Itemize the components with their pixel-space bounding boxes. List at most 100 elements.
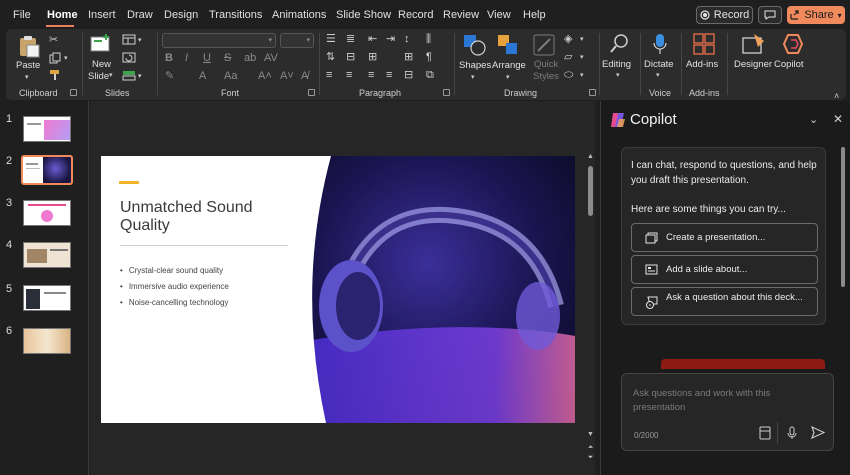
slide-thumbnail-1[interactable] xyxy=(23,116,71,142)
cut-icon[interactable]: ✂ xyxy=(49,34,58,46)
decrease-font-icon[interactable]: A˅ xyxy=(280,70,294,82)
editing-button[interactable]: Editing ▾ xyxy=(602,32,636,84)
highlight-icon[interactable]: ✎ xyxy=(165,70,174,82)
menu-animations[interactable]: Animations xyxy=(272,9,326,21)
change-case-icon[interactable]: Aa xyxy=(224,70,237,82)
designer-button[interactable]: Designer xyxy=(733,32,773,84)
canvas-vertical-scrollbar[interactable]: ▲ ▼ ⏶ ⏷ xyxy=(586,101,595,475)
copy-chevron-icon[interactable]: ▾ xyxy=(64,53,68,65)
clear-format-icon[interactable]: A̸ xyxy=(301,70,308,82)
shape-outline-chevron-icon[interactable]: ▾ xyxy=(580,52,584,64)
copilot-ribbon-button[interactable]: Copilot xyxy=(773,32,813,84)
quick-styles-button[interactable]: Quick Styles xyxy=(529,32,559,84)
shape-fill-chevron-icon[interactable]: ▾ xyxy=(580,34,584,46)
send-icon[interactable] xyxy=(811,426,825,439)
reset-icon[interactable] xyxy=(122,52,136,63)
copy-icon[interactable] xyxy=(49,52,61,64)
copilot-chat-input[interactable] xyxy=(633,387,803,417)
menu-view[interactable]: View xyxy=(487,9,511,21)
menu-record[interactable]: Record xyxy=(398,9,433,21)
copilot-options-chevron-icon[interactable]: ⌄ xyxy=(809,113,818,126)
drawing-launcher-icon[interactable] xyxy=(589,89,596,96)
increase-font-icon[interactable]: A˄ xyxy=(258,70,272,82)
strikethrough-icon[interactable]: S xyxy=(224,52,231,64)
text-shadow-icon[interactable]: ab xyxy=(244,52,256,64)
shape-fill-icon[interactable]: ◈ xyxy=(564,33,572,45)
copilot-scrollbar[interactable] xyxy=(841,147,845,287)
menu-slide-show[interactable]: Slide Show xyxy=(336,9,391,21)
slide-thumbnail-5[interactable] xyxy=(23,285,71,311)
slide-thumbnail-4[interactable] xyxy=(23,242,71,268)
arrange-button[interactable]: Arrange ▾ xyxy=(491,32,527,84)
prompt-guide-icon[interactable] xyxy=(759,426,771,440)
character-spacing-icon[interactable]: AV xyxy=(264,52,278,64)
new-slide-button[interactable]: New Slide ▾ xyxy=(86,32,116,84)
shapes-button[interactable]: Shapes ▾ xyxy=(458,32,491,84)
microphone-icon[interactable] xyxy=(787,426,797,440)
ask-question-prompt-button[interactable]: Ask a question about this deck... xyxy=(631,287,818,316)
italic-icon[interactable]: I xyxy=(185,52,188,64)
share-button[interactable]: Share ▾ xyxy=(787,6,845,24)
align-text-icon[interactable]: ⊟ xyxy=(346,51,355,63)
add-ins-button[interactable]: Add-ins xyxy=(685,32,721,84)
convert-smartart-icon[interactable]: ⧉ xyxy=(426,69,434,81)
scroll-up-arrow-icon[interactable]: ▲ xyxy=(587,153,594,160)
comments-button[interactable] xyxy=(758,6,782,24)
decrease-indent-icon[interactable]: ⇤ xyxy=(368,33,377,45)
slide-title[interactable]: Unmatched Sound Quality xyxy=(120,199,290,235)
add-slide-prompt-button[interactable]: Add a slide about... xyxy=(631,255,818,284)
section-icon[interactable] xyxy=(122,70,136,81)
bold-icon[interactable]: B xyxy=(165,52,173,64)
layout-chevron-icon[interactable]: ▾ xyxy=(138,35,142,47)
close-icon[interactable]: ✕ xyxy=(833,112,843,126)
record-button[interactable]: Record xyxy=(696,6,753,24)
distribute-icon[interactable]: ⊟ xyxy=(404,69,413,81)
paragraph-launcher-icon[interactable] xyxy=(443,89,450,96)
text-direction-icon[interactable]: ⇅ xyxy=(326,51,335,63)
line-spacing-icon[interactable]: ↕ xyxy=(404,33,410,45)
scroll-thumb[interactable] xyxy=(588,166,593,216)
rtl-icon[interactable]: ¶ xyxy=(426,51,432,63)
previous-slide-icon[interactable]: ⏶ xyxy=(587,444,594,452)
menu-help[interactable]: Help xyxy=(523,9,546,21)
slide-bullet-list[interactable]: Crystal-clear sound quality Immersive au… xyxy=(120,263,229,311)
increase-indent-icon[interactable]: ⇥ xyxy=(386,33,395,45)
columns-alt-icon[interactable]: ⊞ xyxy=(404,51,413,63)
shape-outline-icon[interactable]: ▱ xyxy=(564,51,572,63)
columns-icon[interactable]: ⫼ xyxy=(426,33,431,45)
menu-draw[interactable]: Draw xyxy=(127,9,153,21)
shape-effects-icon[interactable]: ⬭ xyxy=(564,69,573,81)
font-size-box[interactable]: ▾ xyxy=(280,33,314,48)
slide[interactable]: Unmatched Sound Quality Crystal-clear so… xyxy=(101,156,575,423)
align-left-icon[interactable]: ≡ xyxy=(326,69,332,81)
clipboard-launcher-icon[interactable] xyxy=(70,89,77,96)
menu-review[interactable]: Review xyxy=(443,9,479,21)
dictate-button[interactable]: Dictate ▾ xyxy=(643,32,677,84)
menu-insert[interactable]: Insert xyxy=(88,9,116,21)
scroll-down-arrow-icon[interactable]: ▼ xyxy=(587,431,594,438)
layout-icon[interactable] xyxy=(122,34,136,45)
next-slide-icon[interactable]: ⏷ xyxy=(587,454,594,462)
bullets-icon[interactable]: ☰ xyxy=(326,33,336,45)
smartart-icon[interactable]: ⊞ xyxy=(368,51,377,63)
format-painter-icon[interactable] xyxy=(49,69,61,81)
menu-file[interactable]: File xyxy=(13,9,31,21)
section-chevron-icon[interactable]: ▾ xyxy=(138,71,142,83)
font-color-icon[interactable]: A xyxy=(199,70,206,82)
create-presentation-prompt-button[interactable]: Create a presentation... xyxy=(631,223,818,252)
slide-thumbnail-2[interactable] xyxy=(21,155,73,185)
menu-design[interactable]: Design xyxy=(164,9,198,21)
menu-home[interactable]: Home xyxy=(47,9,78,21)
headphones-photo[interactable] xyxy=(306,156,575,423)
menu-transitions[interactable]: Transitions xyxy=(209,9,262,21)
font-launcher-icon[interactable] xyxy=(308,89,315,96)
shape-effects-chevron-icon[interactable]: ▾ xyxy=(580,70,584,82)
underline-icon[interactable]: U xyxy=(203,52,211,64)
font-name-box[interactable]: ▾ xyxy=(162,33,276,48)
align-center-icon[interactable]: ≡ xyxy=(346,69,352,81)
align-right-icon[interactable]: ≡ xyxy=(368,69,374,81)
slide-thumbnail-3[interactable] xyxy=(23,200,71,226)
numbering-icon[interactable]: ≣ xyxy=(346,33,355,45)
justify-icon[interactable]: ≡ xyxy=(386,69,392,81)
paste-button[interactable]: Paste ▾ xyxy=(14,32,42,84)
